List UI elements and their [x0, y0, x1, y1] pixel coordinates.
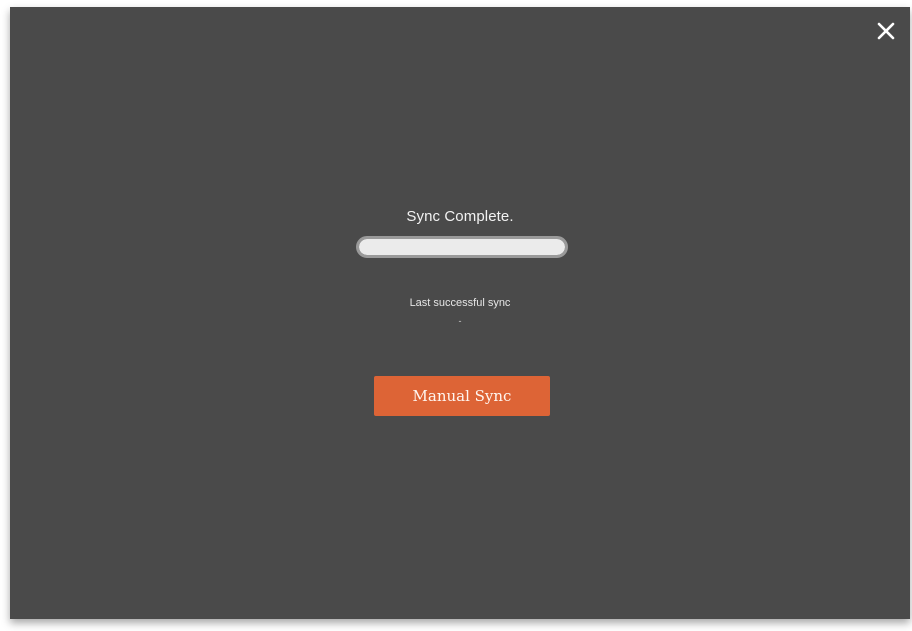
page: Sync Complete. Last successful sync - Ma… — [0, 0, 912, 631]
sync-dialog: Sync Complete. Last successful sync - Ma… — [10, 7, 910, 619]
manual-sync-button[interactable]: Manual Sync — [374, 376, 550, 416]
last-sync-label: Last successful sync — [409, 297, 511, 309]
last-sync-value: - — [458, 316, 462, 326]
sync-status-text: Sync Complete. — [406, 208, 514, 225]
sync-progress-fill — [359, 239, 565, 255]
sync-progress-bar — [356, 236, 568, 258]
close-icon — [877, 22, 895, 40]
close-button[interactable] — [876, 21, 896, 41]
